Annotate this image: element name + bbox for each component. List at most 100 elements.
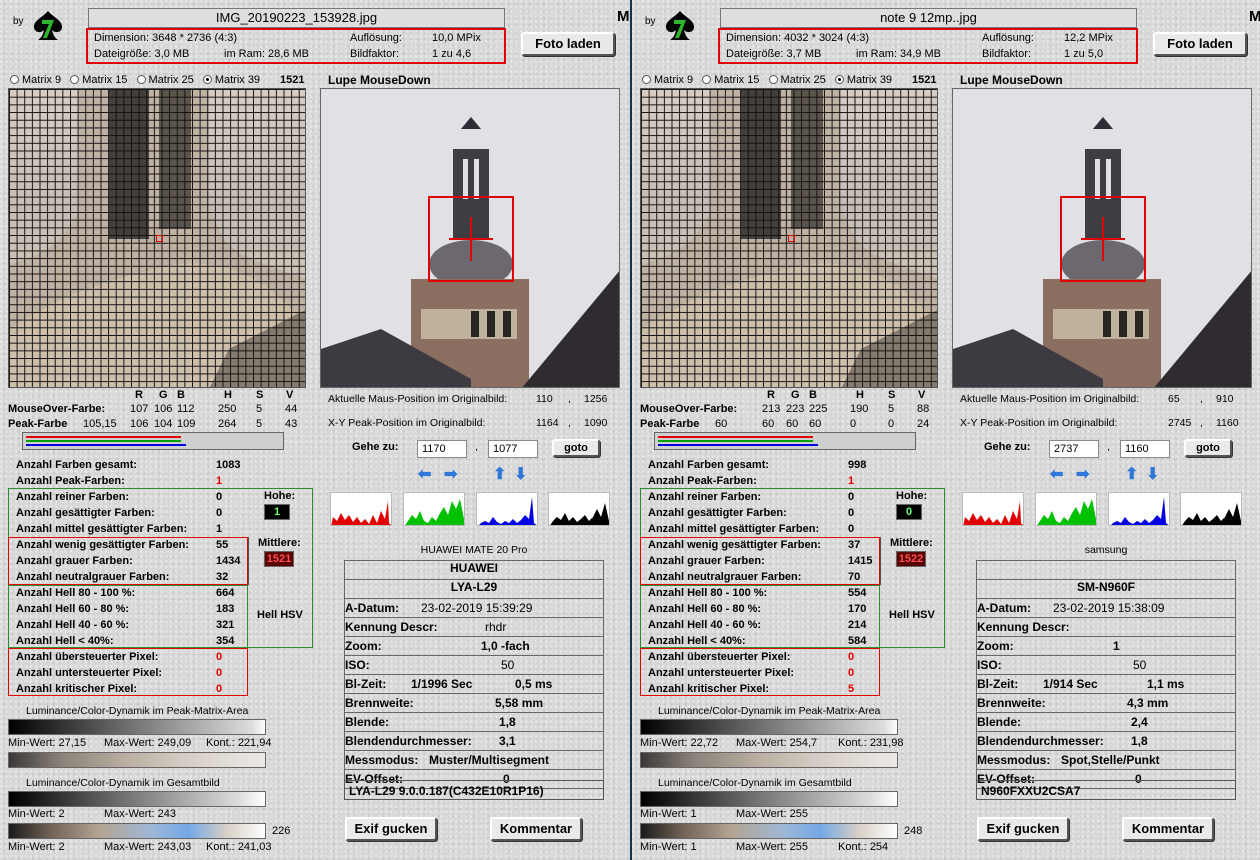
exif-table: SM-N960F A-Datum: 23-02-2019 15:38:09 Ken… — [976, 560, 1236, 800]
arrow-left-icon[interactable]: ⬅ — [418, 464, 431, 484]
lum-gesamt-title: Luminance/Color-Dynamik im Gesamtbild — [26, 777, 220, 789]
matrix-39-option[interactable]: Matrix 39 — [202, 74, 260, 86]
mouseover-b: 112 — [177, 403, 195, 415]
matrix-25-option[interactable]: Matrix 25 — [768, 74, 826, 86]
kommentar-button[interactable]: Kommentar — [490, 817, 582, 841]
peak-lum: 60 — [715, 418, 728, 430]
maus-position-comma: , — [1200, 393, 1203, 405]
stat-label-10: Anzahl Hell 40 - 60 %: — [16, 619, 130, 631]
goto-button[interactable]: goto — [552, 439, 600, 457]
logo-icon — [666, 11, 694, 40]
exif-blende: 1,8 — [499, 715, 516, 729]
lum-gesamt-min-label: Min-Wert: — [8, 808, 56, 820]
lum-gesamt-max-value: 243 — [157, 808, 176, 820]
radio-button[interactable] — [10, 75, 19, 84]
matrix-9-option[interactable]: Matrix 9 — [10, 74, 61, 86]
exif-label-brennweite: Brennweite: — [345, 696, 414, 710]
stat-value-11: 584 — [848, 635, 867, 647]
radio-button[interactable] — [702, 75, 712, 84]
matrix-25-option[interactable]: Matrix 25 — [136, 74, 194, 86]
r-header: R — [767, 389, 775, 401]
histogram-luminance — [548, 492, 610, 526]
image-info-box: Dimension: 3648 * 2736 (4:3) Auflösung: … — [86, 28, 506, 64]
exif-blzeit: 1/914 Sec — [1043, 677, 1098, 691]
radio-button[interactable] — [642, 75, 651, 84]
peak-label: Peak-Farbe — [8, 418, 68, 430]
peak-marker — [788, 235, 795, 242]
maus-position-y: 1256 — [584, 393, 608, 405]
arrow-down-icon[interactable]: ⬇ — [1146, 464, 1159, 484]
stat-value-7: 70 — [848, 571, 861, 583]
arrow-right-icon[interactable]: ➡ — [444, 464, 457, 484]
lum-gesamt-max2-label: Max-Wert: — [104, 841, 155, 853]
matrix-options: Matrix 9 Matrix 15 Matrix 25 Matrix 39 — [10, 74, 266, 86]
goto-y-input[interactable] — [488, 440, 538, 458]
exif-gucken-button[interactable]: Exif gucken — [977, 817, 1069, 841]
stat-label-12: Anzahl übersteuerter Pixel: — [648, 651, 791, 663]
stat-value-9: 183 — [216, 603, 235, 615]
matrix-9-option[interactable]: Matrix 9 — [642, 74, 693, 86]
foto-laden-button[interactable]: Foto laden — [1153, 32, 1247, 56]
pixel-matrix-grid[interactable] — [8, 88, 306, 388]
pixel-matrix-grid[interactable] — [640, 88, 938, 388]
arrow-down-icon[interactable]: ⬇ — [514, 464, 527, 484]
mittlere-label: Mittlere: — [258, 537, 301, 549]
stat-value-8: 664 — [216, 587, 235, 599]
g-header: G — [791, 389, 800, 401]
mittlere-value: 1522 — [896, 551, 926, 567]
lum-gesamt-min-value: 1 — [690, 808, 697, 820]
stat-label-5: Anzahl wenig gesättigter Farben: — [16, 539, 189, 551]
histogram-blue — [476, 492, 538, 526]
s-header: S — [256, 389, 264, 401]
radio-button[interactable] — [202, 75, 212, 84]
foto-laden-button[interactable]: Foto laden — [521, 32, 615, 56]
goto-x-input[interactable] — [417, 440, 467, 458]
goto-x-input[interactable] — [1049, 440, 1099, 458]
exif-label-kennung: Kennung Descr: — [977, 620, 1070, 634]
peak-s: 0 — [888, 418, 895, 430]
stat-label-7: Anzahl neutralgrauer Farben: — [16, 571, 170, 583]
lupe-view[interactable] — [952, 88, 1252, 388]
stat-value-13: 0 — [216, 667, 223, 679]
arrow-left-icon[interactable]: ⬅ — [1050, 464, 1063, 484]
arrow-up-icon[interactable]: ⬆ — [493, 464, 506, 484]
exif-make — [977, 561, 1235, 580]
kommentar-button[interactable]: Kommentar — [1122, 817, 1214, 841]
stat-value-6: 1415 — [848, 555, 873, 567]
radio-button[interactable] — [768, 75, 778, 84]
mouseover-label: MouseOver-Farbe: — [640, 403, 738, 415]
goto-y-input[interactable] — [1120, 440, 1170, 458]
stat-label-5: Anzahl wenig gesättigter Farben: — [648, 539, 821, 551]
radio-button[interactable] — [136, 75, 146, 84]
stat-value-4: 0 — [848, 523, 855, 535]
lum-gesamt-min-value: 2 — [58, 808, 65, 820]
arrow-right-icon[interactable]: ➡ — [1076, 464, 1089, 484]
bildfaktor-label: Bildfaktor: — [350, 48, 399, 60]
matrix-15-option[interactable]: Matrix 15 — [70, 74, 127, 86]
bildfaktor-label: Bildfaktor: — [982, 48, 1031, 60]
exif-table: HUAWEI LYA-L29 A-Datum: 23-02-2019 15:39:… — [344, 560, 604, 800]
lupe-view[interactable] — [320, 88, 620, 388]
goto-button[interactable]: goto — [1184, 439, 1232, 457]
exif-datum: 23-02-2019 15:39:29 — [421, 601, 533, 615]
exif-label-zoom: Zoom: — [977, 639, 1014, 653]
stat-label-13: Anzahl untersteuerter Pixel: — [16, 667, 163, 679]
arrow-up-icon[interactable]: ⬆ — [1125, 464, 1138, 484]
exif-label-datum: A-Datum: — [977, 601, 1031, 615]
peak-b: 109 — [177, 418, 196, 430]
matrix-39-option[interactable]: Matrix 39 — [834, 74, 892, 86]
lum-peak-max-value: 249,09 — [157, 737, 192, 749]
radio-button[interactable] — [834, 75, 844, 84]
lum-gesamt-side-value: 226 — [272, 825, 291, 837]
exif-gucken-button[interactable]: Exif gucken — [345, 817, 437, 841]
matrix-15-option[interactable]: Matrix 15 — [702, 74, 759, 86]
stat-label-0: Anzahl Farben gesamt: — [16, 459, 138, 471]
exif-label-blende: Blende: — [345, 715, 390, 729]
exif-label-kennung: Kennung Descr: — [345, 620, 438, 634]
peak-h: 264 — [218, 418, 237, 430]
lum-gesamt-min2-label: Min-Wert: — [640, 841, 688, 853]
stat-label-0: Anzahl Farben gesamt: — [648, 459, 770, 471]
stat-label-4: Anzahl mittel gesättigter Farben: — [16, 523, 188, 535]
radio-button[interactable] — [70, 75, 80, 84]
color-gesamt-bar — [640, 823, 898, 839]
